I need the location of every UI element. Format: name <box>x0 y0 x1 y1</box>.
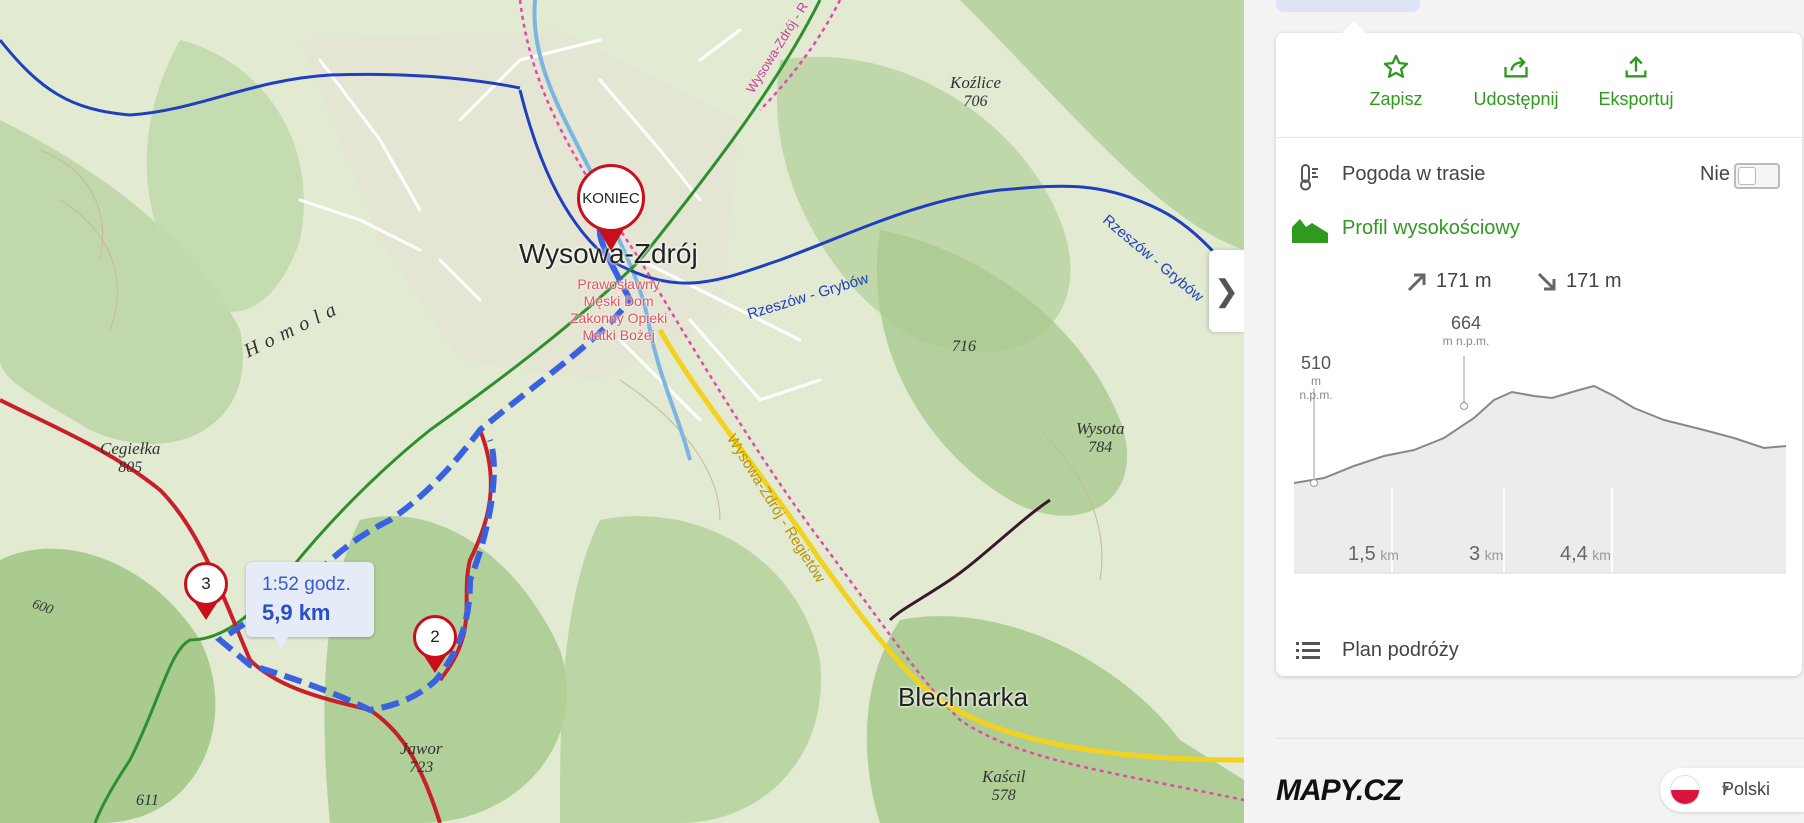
peak-elevation: 805 <box>118 458 143 476</box>
distance-tick: 3 km <box>1469 543 1503 566</box>
side-panel: Zapisz Udostępnij Eksportuj Pogoda w tra… <box>1244 0 1804 823</box>
action-bar: Zapisz Udostępnij Eksportuj <box>1276 33 1802 138</box>
poi-label: Prawosławny Męski Dom Zakonny Opieki Mat… <box>570 276 667 344</box>
distance-tick: 1,5 km <box>1348 543 1399 566</box>
route-time: 1:52 godz. <box>262 574 351 595</box>
peak-elevation: 578 <box>991 786 1016 804</box>
itinerary-label: Plan podróży <box>1342 639 1459 661</box>
waypoint-label: 3 <box>201 574 211 593</box>
tick-value: 1,5 <box>1348 543 1376 565</box>
max-elevation-value: 664 <box>1450 313 1482 333</box>
max-elevation-unit: m n.p.m. <box>1442 334 1490 348</box>
tick-value: 4,4 <box>1560 543 1588 565</box>
max-elevation-label: 664 m n.p.m. <box>1439 313 1493 348</box>
peak-name: Jawor <box>400 739 443 758</box>
tick-value: 3 <box>1469 543 1481 565</box>
mapy-logo[interactable]: MAPY.CZ <box>1276 774 1402 808</box>
tick-unit: km <box>1592 547 1611 563</box>
elevation-chart[interactable]: 510 m n.p.m. 664 m n.p.m. 1,5 km 3 km 4,… <box>1293 288 1787 588</box>
weather-row[interactable]: Pogoda w trasie Nie <box>1276 149 1802 201</box>
peak-611: 611 <box>136 792 159 810</box>
map-view[interactable]: Rzeszów - Grybów Rzeszów - Grybów Wysowa… <box>0 0 1244 823</box>
chevron-down-icon: ▾ <box>1722 780 1730 796</box>
tick-unit: km <box>1484 547 1504 563</box>
mountain-icon <box>1292 219 1328 243</box>
itinerary-row[interactable]: Plan podróży <box>1276 625 1802 677</box>
chevron-right-icon: ❯ <box>1213 274 1240 308</box>
peak-name: Koźlice <box>950 73 1001 92</box>
start-elevation-value: 510 <box>1300 353 1332 373</box>
weather-toggle-text: Nie <box>1699 163 1730 185</box>
peak-716: 716 <box>952 338 976 356</box>
waypoint-2-marker[interactable]: 2 <box>413 615 457 673</box>
map-canvas[interactable] <box>0 0 1244 823</box>
route-distance: 5,9 km <box>262 600 331 625</box>
thermometer-icon <box>1300 164 1318 191</box>
collapse-panel-button[interactable]: ❯ <box>1209 250 1244 332</box>
peak-elevation: 716 <box>952 338 976 355</box>
tick-unit: km <box>1380 547 1399 563</box>
end-marker-label: KONIEC <box>582 189 640 207</box>
logo-text: MAPY.CZ <box>1276 774 1402 807</box>
peak-name: Cegiełka <box>100 439 161 458</box>
start-elevation-unit: m n.p.m. <box>1299 374 1333 402</box>
weather-toggle[interactable] <box>1734 163 1780 189</box>
waypoint-label: 2 <box>430 627 440 646</box>
share-icon <box>1504 56 1528 78</box>
peak-cegielka: Cegiełka 805 <box>100 439 161 476</box>
peak-kozlice: Koźlice 706 <box>950 73 1001 110</box>
peak-kascil: Kaścil 578 <box>982 767 1026 804</box>
route-card: Zapisz Udostępnij Eksportuj Pogoda w tra… <box>1276 21 1802 677</box>
tab-stub[interactable] <box>1276 0 1420 12</box>
list-icon <box>1296 642 1320 659</box>
elevation-profile-row[interactable]: Profil wysokościowy <box>1276 203 1802 255</box>
peak-elevation: 611 <box>136 792 159 809</box>
town-label-blechnarka: Blechnarka <box>898 682 1029 712</box>
peak-elevation: 723 <box>409 758 434 776</box>
poi-line: Prawosławny <box>577 276 660 292</box>
peak-name: Wysota <box>1076 419 1125 438</box>
share-button[interactable]: Udostępnij <box>1456 53 1576 110</box>
export-button[interactable]: Eksportuj <box>1576 53 1696 110</box>
route-summary-bubble[interactable]: 1:52 godz. 5,9 km <box>246 562 374 650</box>
distance-tick: 4,4 km <box>1560 543 1611 566</box>
elevation-profile-label: Profil wysokościowy <box>1342 217 1520 239</box>
upload-icon <box>1625 56 1647 78</box>
poland-flag-icon <box>1670 775 1700 805</box>
save-button[interactable]: Zapisz <box>1336 53 1456 110</box>
waypoint-3-marker[interactable]: 3 <box>184 562 228 620</box>
export-label: Eksportuj <box>1598 89 1674 109</box>
star-icon <box>1383 54 1409 78</box>
poi-line: Zakonny Opieki <box>570 310 668 326</box>
save-label: Zapisz <box>1369 89 1423 109</box>
poi-line: Męski Dom <box>583 293 654 309</box>
peak-elevation: 706 <box>963 92 988 110</box>
language-selector[interactable]: Polski ▾ <box>1660 768 1804 812</box>
peak-jawor: Jawor 723 <box>400 739 443 776</box>
start-elevation-label: 510 m n.p.m. <box>1294 353 1338 402</box>
weather-label: Pogoda w trasie <box>1342 163 1486 185</box>
peak-elevation: 784 <box>1088 438 1113 456</box>
poi-line: Matki Bożej <box>582 327 655 343</box>
route-end-marker[interactable]: KONIEC <box>577 164 645 251</box>
peak-name: Kaścil <box>982 767 1026 786</box>
share-label: Udostępnij <box>1473 89 1559 109</box>
divider <box>1276 738 1804 739</box>
peak-wysota: Wysota 784 <box>1076 419 1125 456</box>
